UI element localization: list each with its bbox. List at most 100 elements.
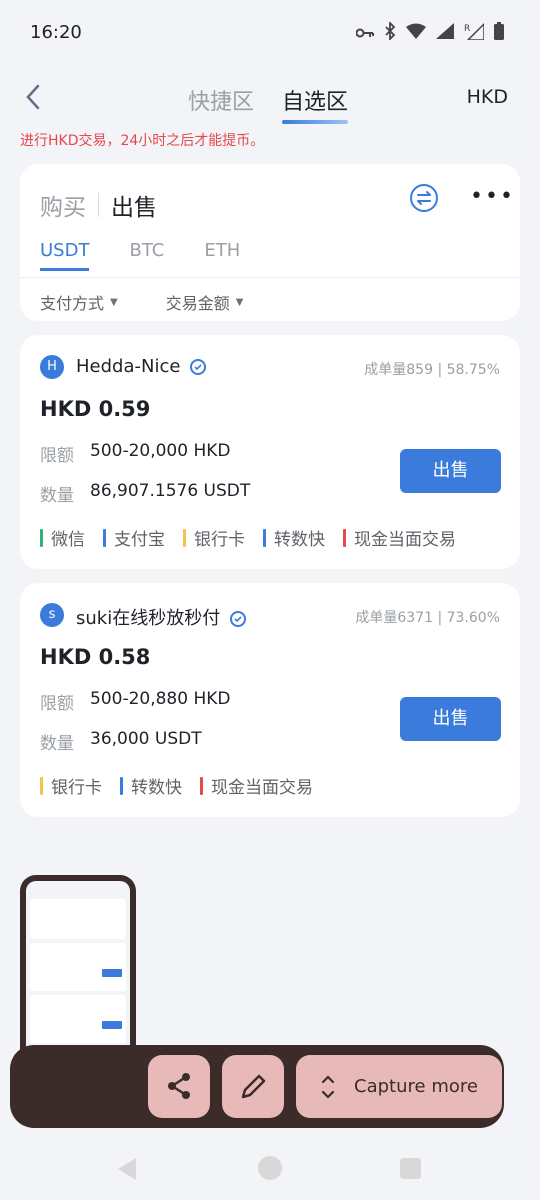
merchant-name[interactable]: Hedda-Nice: [76, 356, 207, 377]
merchant-stats: 成单量6371 | 73.60%: [355, 607, 500, 627]
wifi-icon: [406, 23, 426, 43]
coin-tabs: USDT BTC ETH: [40, 240, 240, 271]
quantity-label: 数量: [40, 486, 74, 506]
stats-separator: |: [437, 362, 447, 378]
share-icon: [168, 1073, 190, 1099]
status-bar: 16:20 R: [0, 0, 540, 66]
order-count: 成单量6371: [355, 610, 433, 626]
payment-color-bar: [103, 528, 106, 547]
payment-method-tag: 银行卡: [40, 773, 102, 798]
limit-value: 500-20,000 HKD: [90, 441, 231, 461]
top-navigation: 快捷区 自选区 HKD: [0, 70, 540, 130]
back-button[interactable]: [20, 80, 50, 116]
payment-color-bar: [343, 528, 346, 547]
buy-mode-tab[interactable]: 购买: [40, 188, 86, 222]
verified-icon: [230, 611, 247, 627]
verified-icon: [190, 359, 207, 375]
payment-method-name: 支付宝: [114, 530, 165, 550]
nav-back-icon[interactable]: [118, 1158, 136, 1180]
payment-method-tag: 银行卡: [183, 525, 245, 550]
currency-selector[interactable]: HKD: [467, 86, 508, 108]
avatar: H: [40, 355, 64, 379]
sell-button[interactable]: 出售: [400, 449, 501, 493]
payment-method-name: 现金当面交易: [354, 530, 456, 550]
payment-method-tag: 微信: [40, 525, 85, 550]
payment-method-name: 转数快: [131, 778, 182, 798]
merchant-name-text: Hedda-Nice: [76, 356, 181, 377]
status-icons: R: [355, 20, 504, 44]
quantity-value: 36,000 USDT: [90, 729, 202, 749]
status-time: 16:20: [30, 22, 82, 43]
payment-method-tag: 现金当面交易: [343, 525, 456, 550]
caret-down-icon: ▼: [110, 296, 118, 308]
signal-icon: [436, 23, 454, 43]
completion-rate: 73.60%: [446, 610, 500, 626]
payment-method-name: 转数快: [274, 530, 325, 550]
merchant-stats: 成单量859 | 58.75%: [364, 359, 500, 379]
payment-method-tag: 现金当面交易: [200, 773, 313, 798]
payment-color-bar: [40, 776, 43, 795]
payment-method-dropdown[interactable]: 支付方式 ▼: [40, 290, 118, 314]
payment-method-tag: 转数快: [263, 525, 325, 550]
tab-custom-zone[interactable]: 自选区: [282, 84, 349, 124]
completion-rate: 58.75%: [446, 362, 500, 378]
mode-divider: [98, 193, 99, 217]
filter-dropdowns: 支付方式 ▼ 交易金额 ▼: [40, 290, 243, 314]
payment-method-name: 银行卡: [194, 530, 245, 550]
filter-card: 购买 出售 ••• USDT BTC ETH 支付方式 ▼ 交易金额 ▼: [20, 164, 520, 321]
nav-home-icon[interactable]: [258, 1156, 282, 1180]
system-nav-bar: [0, 1140, 540, 1200]
screenshot-toolbar: Capture more: [10, 1045, 504, 1128]
tab-usdt[interactable]: USDT: [40, 240, 90, 271]
pencil-icon: [241, 1074, 266, 1099]
ad-price: HKD 0.59: [40, 397, 151, 421]
share-button[interactable]: [148, 1055, 210, 1118]
trade-warning: 进行HKD交易，24小时之后才能提币。: [20, 133, 265, 149]
payment-color-bar: [200, 776, 203, 795]
chevron-left-icon: [26, 84, 40, 110]
battery-icon: [494, 22, 504, 44]
quantity-value: 86,907.1576 USDT: [90, 481, 251, 501]
caret-down-icon: ▼: [235, 296, 244, 308]
payment-color-bar: [263, 528, 266, 547]
tab-btc[interactable]: BTC: [129, 240, 164, 271]
ad-price: HKD 0.58: [40, 645, 151, 669]
divider: [20, 277, 520, 278]
nav-recents-icon[interactable]: [400, 1158, 421, 1179]
limit-label: 限额: [40, 446, 74, 466]
key-icon: [355, 24, 374, 43]
payment-method-label: 支付方式: [40, 294, 105, 313]
ad-card[interactable]: H Hedda-Nice 成单量859 | 58.75% HKD 0.59 限额…: [20, 335, 520, 569]
merchant-name[interactable]: suki在线秒放秒付: [76, 604, 247, 630]
roaming-signal-icon: R: [464, 22, 485, 44]
trade-amount-label: 交易金额: [165, 294, 230, 313]
payment-method-tag: 转数快: [120, 773, 182, 798]
payment-methods: 银行卡 转数快 现金当面交易: [40, 773, 313, 798]
payment-methods: 微信 支付宝 银行卡 转数快 现金当面交易: [40, 525, 456, 550]
sell-mode-tab[interactable]: 出售: [111, 188, 157, 222]
stats-separator: |: [437, 610, 447, 626]
payment-method-name: 微信: [51, 530, 85, 550]
swap-icon[interactable]: [410, 184, 438, 212]
capture-more-label: Capture more: [354, 1076, 478, 1097]
more-icon[interactable]: •••: [470, 184, 515, 209]
sell-button[interactable]: 出售: [400, 697, 501, 741]
limit-value: 500-20,880 HKD: [90, 689, 231, 709]
tab-quick-zone[interactable]: 快捷区: [188, 84, 254, 116]
edit-button[interactable]: [222, 1055, 284, 1118]
payment-color-bar: [183, 528, 186, 547]
payment-method-name: 银行卡: [51, 778, 102, 798]
expand-vertical-icon: [321, 1074, 335, 1099]
capture-more-button[interactable]: Capture more: [296, 1055, 502, 1118]
payment-color-bar: [40, 528, 43, 547]
order-count: 成单量859: [364, 362, 433, 378]
bluetooth-icon: [384, 20, 396, 44]
zone-tabs: 快捷区 自选区: [188, 84, 349, 124]
buy-sell-toggle: 购买 出售: [40, 188, 157, 222]
ad-card[interactable]: s suki在线秒放秒付 成单量6371 | 73.60% HKD 0.58 限…: [20, 583, 520, 817]
svg-text:R: R: [464, 24, 470, 34]
avatar: s: [40, 603, 64, 627]
merchant-name-text: suki在线秒放秒付: [76, 608, 221, 629]
trade-amount-dropdown[interactable]: 交易金额 ▼: [166, 290, 244, 314]
tab-eth[interactable]: ETH: [204, 240, 240, 271]
